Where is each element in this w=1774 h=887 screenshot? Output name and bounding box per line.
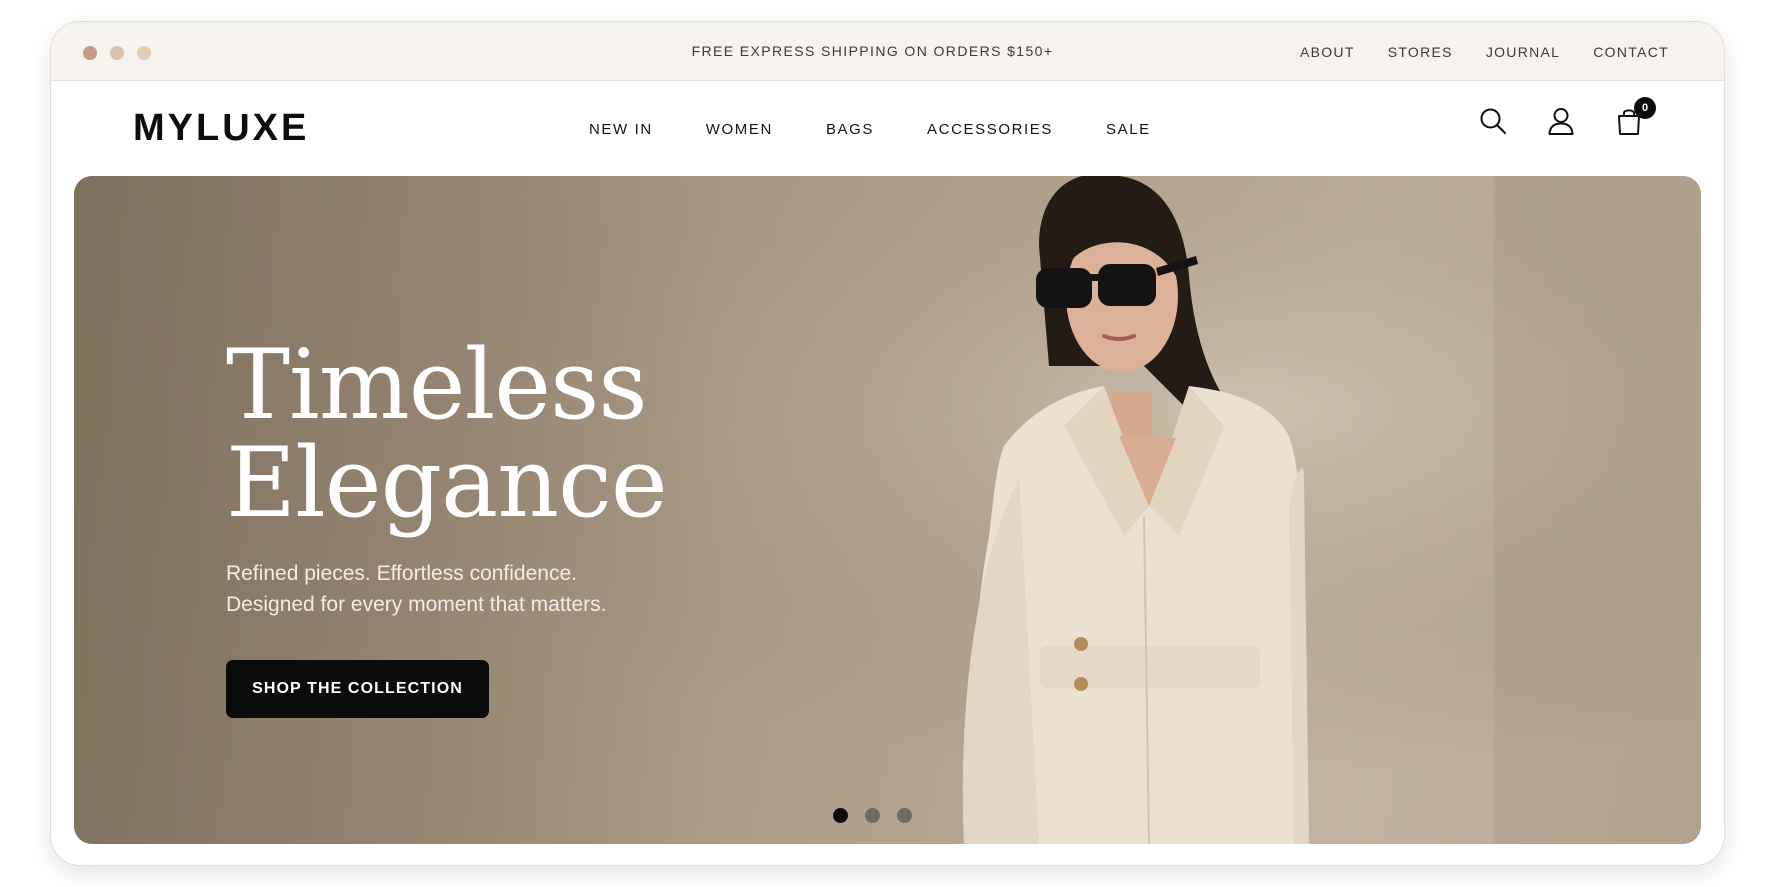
nav-item-bags[interactable]: BAGS (826, 121, 874, 138)
model-photo (962, 176, 1309, 844)
headline-line-2: Elegance (226, 427, 668, 539)
nav-item-new-in[interactable]: NEW IN (589, 121, 653, 138)
utility-link-journal[interactable]: JOURNAL (1486, 44, 1560, 60)
subtitle-line-1: Refined pieces. Effortless confidence. (226, 562, 577, 585)
nav-item-sale[interactable]: SALE (1106, 121, 1151, 138)
nav-item-accessories[interactable]: ACCESSORIES (927, 121, 1053, 138)
cart-count-badge: 0 (1634, 97, 1656, 119)
utility-link-about[interactable]: ABOUT (1300, 44, 1355, 60)
header-icons: 0 (1478, 97, 1656, 136)
bag-icon[interactable]: 0 (1614, 97, 1656, 136)
browser-window: FREE EXPRESS SHIPPING ON ORDERS $150+ AB… (50, 21, 1725, 866)
site-header: MYLUXE NEW IN WOMEN BAGS ACCESSORIES SAL… (51, 82, 1724, 176)
nav-item-women[interactable]: WOMEN (706, 121, 773, 138)
shop-collection-button[interactable]: SHOP THE COLLECTION (226, 660, 489, 718)
carousel-dot-3[interactable] (897, 808, 912, 823)
brand-logo[interactable]: MYLUXE (133, 107, 309, 150)
subtitle-line-2: Designed for every moment that matters. (226, 593, 607, 616)
carousel-dot-1[interactable] (833, 808, 848, 823)
carousel-dot-2[interactable] (865, 808, 880, 823)
top-utility-bar: FREE EXPRESS SHIPPING ON ORDERS $150+ AB… (51, 22, 1724, 81)
account-icon[interactable] (1546, 106, 1576, 136)
main-nav: NEW IN WOMEN BAGS ACCESSORIES SALE (589, 82, 1151, 176)
utility-link-stores[interactable]: STORES (1388, 44, 1453, 60)
carousel-pagination (833, 808, 912, 823)
utility-link-contact[interactable]: CONTACT (1593, 44, 1669, 60)
hero-headline: Timeless Elegance (226, 329, 668, 539)
hero-banner: Timeless Elegance Refined pieces. Effort… (74, 176, 1701, 844)
search-icon[interactable] (1478, 106, 1508, 136)
headline-line-1: Timeless (226, 329, 648, 441)
utility-links: ABOUT STORES JOURNAL CONTACT (1300, 22, 1669, 81)
hero-subtitle: Refined pieces. Effortless confidence. D… (226, 558, 607, 620)
